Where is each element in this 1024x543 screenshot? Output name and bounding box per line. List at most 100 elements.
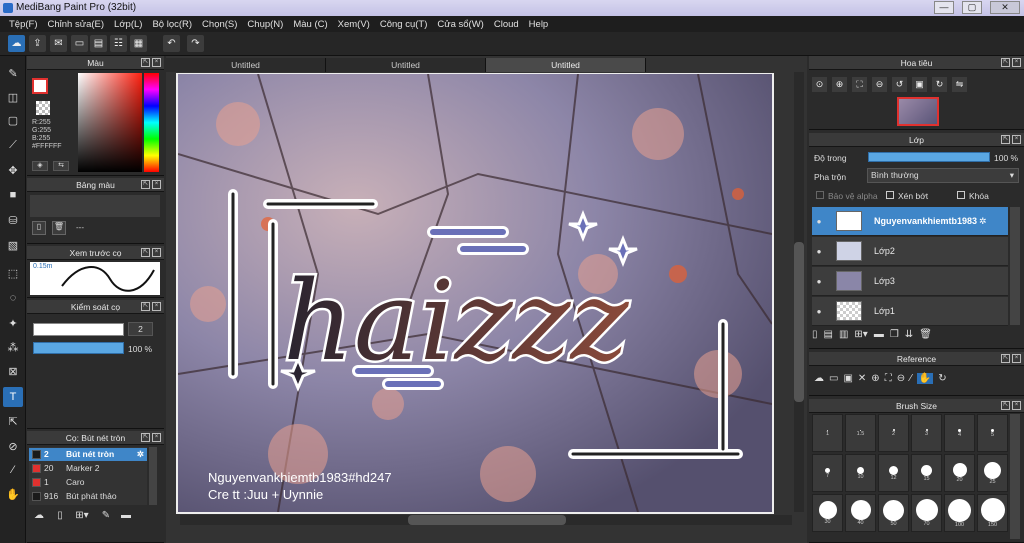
menu-window[interactable]: Cửa sổ(W) (432, 19, 488, 30)
eye-icon[interactable]: ● (812, 307, 826, 316)
brush-size-cell[interactable]: 50 (878, 494, 909, 532)
swap-color-button[interactable]: ⇆ (53, 161, 69, 171)
zoom-out-icon[interactable]: ⊖ (897, 373, 905, 384)
lock-checkbox[interactable] (957, 191, 965, 199)
gradient-tool-icon[interactable]: ▧ (3, 235, 23, 255)
menu-help[interactable]: Help (524, 19, 554, 30)
fit-window-icon[interactable]: ⛶ (852, 76, 867, 92)
close-icon[interactable]: × (152, 248, 161, 257)
brush-size-cell[interactable]: 4 (944, 414, 975, 452)
menu-file[interactable]: Tệp(F) (4, 19, 43, 30)
eye-icon[interactable]: ● (812, 247, 826, 256)
document-icon[interactable]: ▤ (90, 35, 107, 52)
float-icon[interactable]: ⇱ (141, 302, 150, 311)
delete-layer-icon[interactable]: 🗑 (919, 329, 932, 340)
layer-opacity-slider[interactable] (868, 152, 990, 162)
close-reference-icon[interactable]: ✕ (858, 373, 866, 384)
eyedropper2-icon[interactable]: ⁄ (3, 460, 23, 480)
brush-size-cell[interactable]: 7 (812, 454, 843, 492)
brush-size-cell[interactable]: 30 (812, 494, 843, 532)
brush-item-marker[interactable]: 20 Marker 2 (29, 462, 147, 475)
cloud-brush-icon[interactable]: ☁ (31, 510, 47, 526)
menu-edit[interactable]: Chỉnh sửa(E) (43, 19, 110, 30)
fill-tool-icon[interactable]: ■ (3, 185, 23, 205)
redo-icon[interactable]: ↷ (187, 35, 204, 52)
brush-size-cell[interactable]: 25 (977, 454, 1008, 492)
cloud-icon[interactable]: ☁ (8, 35, 25, 52)
brush-size-value[interactable]: 2 (128, 322, 153, 336)
layer-row-lop3[interactable]: ● Lớp3 (812, 267, 1008, 296)
image-icon[interactable]: ▣ (843, 373, 852, 384)
move-tool-icon[interactable]: ✥ (3, 160, 23, 180)
cloud-icon[interactable]: ☁ (814, 373, 824, 384)
tab-untitled-2[interactable]: Untitled (326, 58, 486, 72)
brush-size-cell[interactable]: 10 (845, 454, 876, 492)
tab-untitled-1[interactable]: Untitled (166, 58, 326, 72)
brush-size-cell[interactable]: 12 (878, 454, 909, 492)
color-mode-button[interactable]: ◈ (32, 161, 48, 171)
menu-tools[interactable]: Công cụ(T) (375, 19, 433, 30)
close-button[interactable]: ✕ (990, 1, 1020, 14)
close-icon[interactable]: × (1012, 58, 1021, 67)
clipping-checkbox[interactable] (886, 191, 894, 199)
menu-cloud[interactable]: Cloud (489, 19, 524, 30)
edit-brush-icon[interactable]: ✎ (98, 510, 114, 526)
eyedropper-icon[interactable]: ⁄ (910, 373, 912, 384)
navigator-thumbnail[interactable] (897, 97, 939, 126)
layer-list-scrollbar[interactable] (1010, 207, 1020, 325)
brush-size-cell[interactable]: 70 (911, 494, 942, 532)
select-eraser-icon[interactable]: ⊠ (3, 361, 23, 381)
float-icon[interactable]: ⇱ (1001, 58, 1010, 67)
select-tool-icon[interactable]: ⬚ (3, 263, 23, 283)
close-icon[interactable]: × (152, 58, 161, 67)
text-tool-icon[interactable]: T (3, 387, 23, 407)
menu-view[interactable]: Xem(V) (333, 19, 375, 30)
new-layer-icon[interactable]: ▯ (812, 329, 818, 340)
rotate-icon[interactable]: ↻ (938, 373, 946, 384)
brush-size-cell[interactable]: 40 (845, 494, 876, 532)
brush-size-cell[interactable]: 3 (911, 414, 942, 452)
brush-item-round-pen[interactable]: 2 Bút nét tròn ✲ (29, 448, 147, 461)
palette-area[interactable] (30, 195, 160, 217)
menu-filter[interactable]: Bộ lọc(R) (147, 19, 197, 30)
delete-palette-icon[interactable]: 🗑 (52, 221, 66, 235)
layer-row-nguyenvankhiemtb1983[interactable]: ● Nguyenvankhiemtb1983 ✲ (812, 207, 1008, 236)
new-color-layer-icon[interactable]: ▤ (824, 329, 833, 340)
float-icon[interactable]: ⇱ (1001, 401, 1010, 410)
drawing-canvas[interactable]: haizzz Nguyenvankhiemtb1983#hd247 Cre tt… (178, 74, 772, 512)
eraser-tool-icon[interactable]: ◫ (3, 87, 23, 107)
close-icon[interactable]: × (1012, 354, 1021, 363)
layer-row-lop2[interactable]: ● Lớp2 (812, 237, 1008, 266)
eye-icon[interactable]: ● (812, 277, 826, 286)
select-pen-icon[interactable]: ⁂ (3, 337, 23, 357)
brush-size-cell[interactable]: 15 (911, 454, 942, 492)
brush-size-scrollbar[interactable] (1010, 414, 1020, 539)
fit-icon[interactable]: ⛶ (885, 373, 892, 384)
share-icon[interactable]: ⇪ (29, 35, 46, 52)
line-tool-icon[interactable]: ⟋ (3, 135, 23, 155)
add-layer-menu-icon[interactable]: ⊞▾ (854, 329, 867, 340)
flip-icon[interactable]: ⇋ (952, 76, 967, 92)
maximize-button[interactable]: ▢ (962, 1, 982, 14)
brush-item-sketch[interactable]: 916 Bút phát thảo (29, 490, 147, 503)
add-brush-icon[interactable]: ⊞▾ (72, 510, 92, 526)
operation-tool-icon[interactable]: ⇱ (3, 411, 23, 431)
float-icon[interactable]: ⇱ (141, 248, 150, 257)
color-picker-area[interactable] (78, 73, 142, 172)
hand-icon[interactable]: ✋ (916, 372, 934, 384)
zoom-out-icon[interactable]: ⊖ (872, 76, 887, 92)
brush-size-cell[interactable]: 2 (878, 414, 909, 452)
bucket-tool-icon[interactable]: ⛁ (3, 210, 23, 230)
open-folder-icon[interactable]: ▭ (829, 373, 838, 384)
layer-row-lop1[interactable]: ● Lớp1 (812, 297, 1008, 326)
close-icon[interactable]: × (152, 302, 161, 311)
tab-untitled-3[interactable]: Untitled (486, 58, 646, 72)
comment-icon[interactable]: ✉ (50, 35, 67, 52)
close-icon[interactable]: × (152, 180, 161, 189)
close-icon[interactable]: × (1012, 401, 1021, 410)
protect-alpha-checkbox[interactable] (816, 191, 824, 199)
foreground-color-swatch[interactable] (32, 78, 48, 94)
new-brush-icon[interactable]: ▯ (52, 510, 68, 526)
folder-icon[interactable]: ▬ (118, 510, 134, 526)
brush-size-cell[interactable]: 1.5 (845, 414, 876, 452)
